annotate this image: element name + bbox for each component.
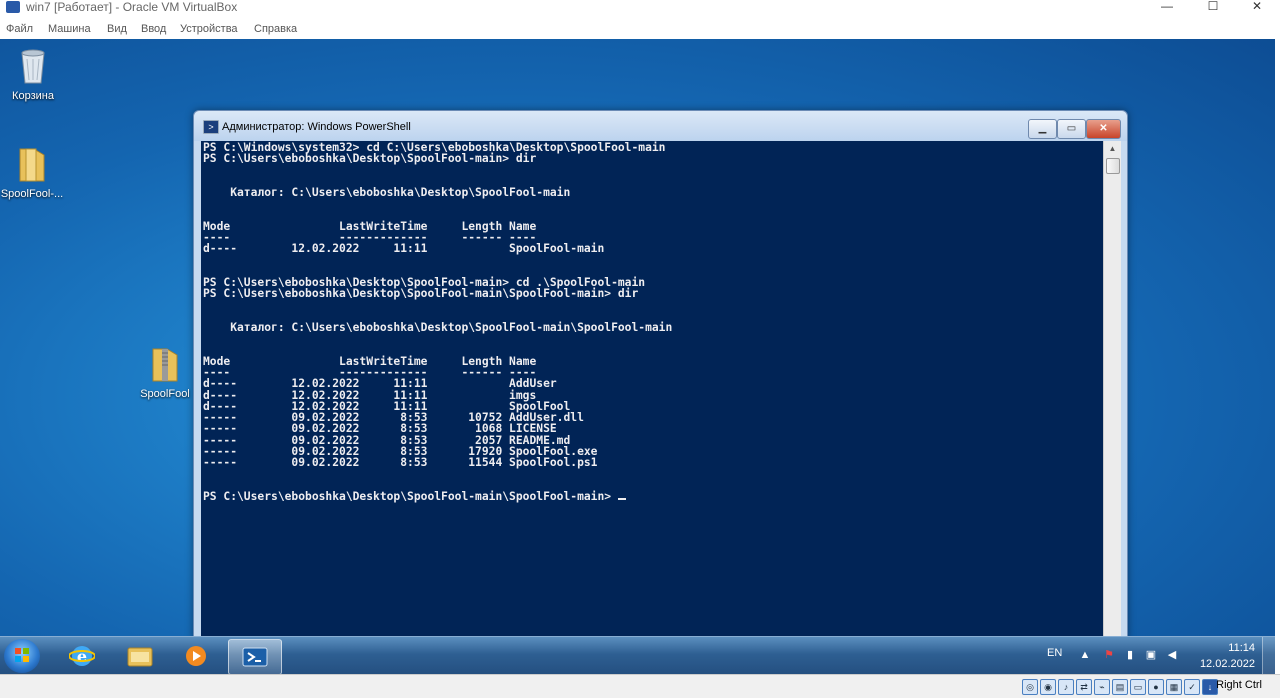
audio-icon[interactable]: ♪ — [1058, 679, 1074, 695]
host-titlebar: win7 [Работает] - Oracle VM VirtualBox —… — [0, 0, 1280, 20]
console-cursor — [617, 497, 626, 500]
taskbar-media-player[interactable] — [170, 639, 222, 673]
virtualbox-icon — [6, 1, 20, 13]
shared-folders-icon[interactable]: ▤ — [1112, 679, 1128, 695]
host-maximize-button[interactable]: ☐ — [1190, 0, 1236, 14]
network-adapter-icon[interactable]: ⇄ — [1076, 679, 1092, 695]
media-player-icon — [186, 646, 206, 666]
svg-text:e: e — [77, 647, 87, 666]
ps-close-button[interactable]: ✕ — [1086, 119, 1121, 139]
network-icon[interactable]: ▣ — [1144, 649, 1158, 662]
explorer-icon — [127, 647, 153, 667]
host-menubar: Файл Машина Вид Ввод Устройства Справка — [0, 20, 1280, 39]
powershell-console[interactable]: PS C:\Windows\system32> cd C:\Users\ebob… — [201, 141, 1103, 639]
menu-file[interactable]: Файл — [6, 23, 33, 35]
system-tray: EN ▲ ⚑ ▮ ▣ ◀ 11:14 12.02.2022 — [1035, 637, 1275, 675]
internet-explorer-icon: e — [69, 646, 95, 666]
guest-right-edge — [1275, 39, 1280, 697]
ps-vertical-scrollbar[interactable]: ▲ — [1103, 141, 1121, 639]
mouse-integration-icon[interactable]: ✓ — [1184, 679, 1200, 695]
taskbar-internet-explorer[interactable]: e — [56, 639, 108, 673]
powershell-titlebar[interactable]: > Администратор: Windows PowerShell ▁ ▭ … — [194, 111, 1127, 141]
console-text: PS C:\Windows\system32> cd C:\Users\ebob… — [203, 141, 673, 503]
desktop-icon-label: Корзина — [12, 90, 54, 102]
host-close-button[interactable]: ✕ — [1234, 0, 1280, 14]
desktop-icon-label: SpoolFool-... — [0, 188, 64, 200]
menu-devices[interactable]: Устройства — [180, 23, 238, 35]
windows-logo-icon — [15, 648, 29, 662]
language-indicator[interactable]: EN — [1047, 647, 1062, 659]
host-minimize-button[interactable]: — — [1144, 0, 1190, 14]
menu-machine[interactable]: Машина — [48, 23, 91, 35]
recording-icon[interactable]: ● — [1148, 679, 1164, 695]
desktop-icon-label: SpoolFool — [140, 388, 190, 400]
optical-drive-icon[interactable]: ◉ — [1040, 679, 1056, 695]
desktop-icon-recycle-bin[interactable]: Корзина — [1, 47, 65, 102]
taskbar-explorer[interactable] — [114, 639, 166, 673]
powershell-icon: > — [203, 120, 219, 134]
ps-maximize-button[interactable]: ▭ — [1057, 119, 1086, 139]
folder-icon — [19, 148, 45, 182]
recycle-bin-icon — [21, 49, 45, 84]
menu-help[interactable]: Справка — [254, 23, 297, 35]
ps-minimize-button[interactable]: ▁ — [1028, 119, 1057, 139]
desktop-icon-spoolfool-folder[interactable]: SpoolFool-... — [0, 145, 64, 200]
virtualbox-status-bar: ◎ ◉ ♪ ⇄ ⌁ ▤ ▭ ● ▦ ✓ ↓ Right Ctrl — [0, 674, 1280, 698]
scroll-up-icon[interactable]: ▲ — [1104, 141, 1121, 157]
menu-input[interactable]: Ввод — [141, 23, 166, 35]
start-orb-icon[interactable] — [4, 639, 40, 673]
powershell-window[interactable]: > Администратор: Windows PowerShell ▁ ▭ … — [193, 110, 1128, 640]
host-window-title: win7 [Работает] - Oracle VM VirtualBox — [26, 0, 238, 14]
powershell-title: Администратор: Windows PowerShell — [222, 121, 411, 133]
volume-icon[interactable]: ◀ — [1165, 649, 1179, 662]
action-center-icon[interactable]: ⚑ — [1102, 649, 1116, 662]
scroll-thumb[interactable] — [1106, 158, 1120, 174]
taskbar: e EN ▲ ⚑ ▮ ▣ ◀ 11:14 12.02.2022 — [0, 636, 1275, 675]
console-output: PS C:\Windows\system32> cd C:\Users\ebob… — [201, 141, 1103, 503]
clock-date[interactable]: 12.02.2022 — [1200, 658, 1255, 670]
powershell-icon — [242, 647, 268, 667]
display-icon[interactable]: ▭ — [1130, 679, 1146, 695]
menu-view[interactable]: Вид — [107, 23, 127, 35]
desktop-icon-spoolfool-zip[interactable]: SpoolFool — [133, 345, 197, 400]
taskbar-powershell[interactable] — [228, 639, 282, 675]
show-hidden-icons-icon[interactable]: ▲ — [1078, 649, 1092, 662]
show-desktop-button[interactable] — [1262, 637, 1275, 675]
clock-time[interactable]: 11:14 — [1228, 642, 1255, 654]
usb-icon[interactable]: ⌁ — [1094, 679, 1110, 695]
hard-disk-icon[interactable]: ◎ — [1022, 679, 1038, 695]
cpu-icon[interactable]: ▦ — [1166, 679, 1182, 695]
zip-folder-icon — [152, 348, 178, 382]
battery-icon[interactable]: ▮ — [1123, 649, 1137, 662]
host-key-label: Right Ctrl — [1216, 679, 1262, 691]
